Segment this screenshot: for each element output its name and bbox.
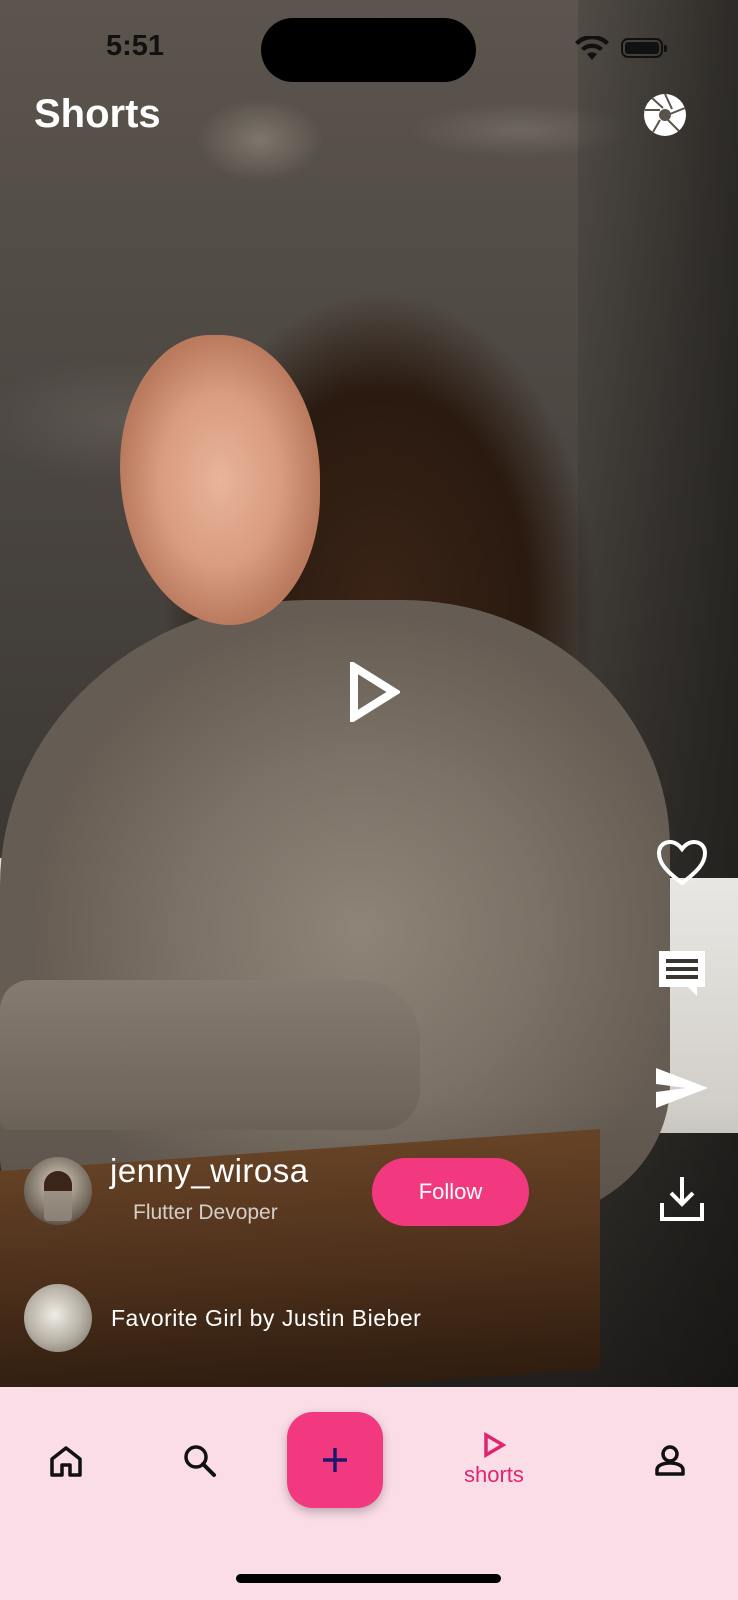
nav-add-button[interactable] — [287, 1412, 383, 1508]
creator-subtitle: Flutter Devoper — [133, 1201, 278, 1224]
status-time: 5:51 — [106, 30, 165, 62]
music-thumbnail[interactable] — [24, 1284, 92, 1352]
nav-home[interactable] — [49, 1445, 83, 1477]
send-icon — [656, 1068, 708, 1108]
play-outline-icon — [484, 1432, 506, 1458]
play-icon[interactable] — [348, 662, 400, 722]
comment-icon — [659, 951, 705, 996]
battery-icon — [621, 38, 667, 58]
home-indicator — [236, 1574, 501, 1583]
add-icon — [323, 1448, 347, 1472]
home-icon — [50, 1446, 82, 1477]
camera-icon[interactable] — [643, 93, 687, 137]
wifi-icon — [575, 36, 609, 60]
nav-shorts[interactable]: shorts — [464, 1432, 524, 1488]
follow-button[interactable]: Follow — [372, 1158, 529, 1226]
comment-button[interactable] — [652, 943, 712, 1003]
nav-shorts-label: shorts — [464, 1462, 524, 1487]
search-icon — [184, 1445, 216, 1477]
video-gradient-overlay — [0, 1100, 738, 1387]
heart-icon — [656, 839, 708, 886]
like-button[interactable] — [652, 833, 712, 893]
nav-search[interactable] — [183, 1444, 217, 1478]
creator-avatar[interactable] — [24, 1157, 92, 1225]
download-button[interactable] — [652, 1168, 712, 1228]
share-button[interactable] — [652, 1058, 712, 1118]
creator-username[interactable]: jenny_wirosa — [110, 1152, 309, 1190]
page-title: Shorts — [34, 92, 161, 136]
download-icon — [660, 1177, 704, 1221]
nav-profile[interactable] — [654, 1444, 686, 1476]
profile-icon — [655, 1445, 685, 1476]
dynamic-island — [261, 18, 476, 82]
music-title[interactable]: Favorite Girl by Justin Bieber — [111, 1305, 421, 1332]
